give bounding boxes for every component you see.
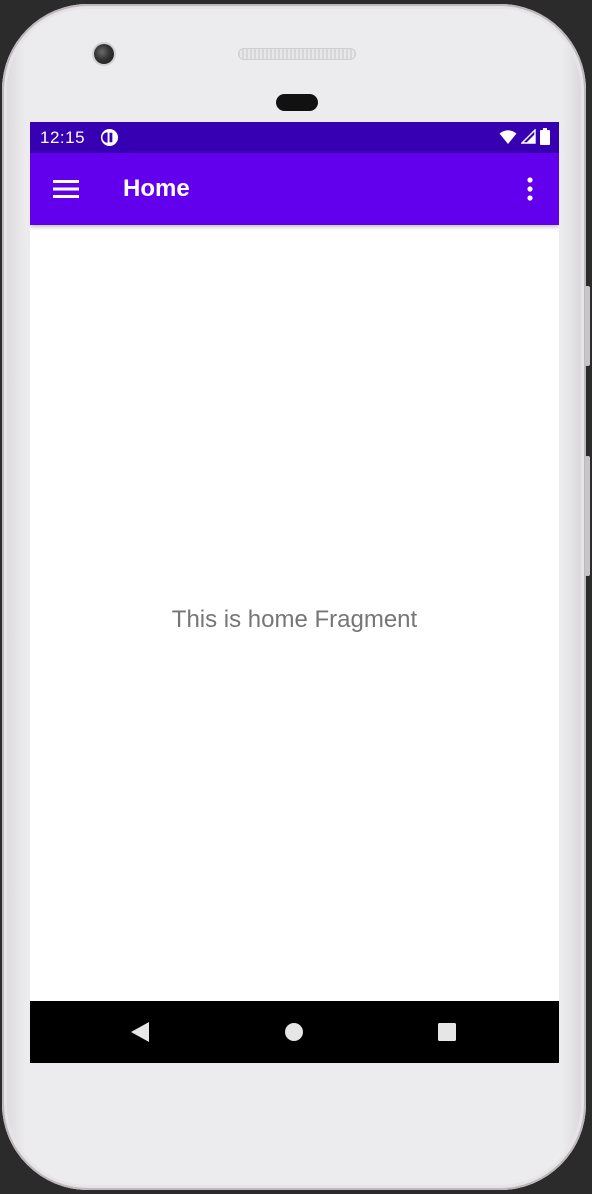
status-icons	[499, 128, 550, 145]
wifi-icon	[499, 129, 517, 144]
proximity-sensor	[276, 94, 318, 111]
home-button[interactable]	[279, 1017, 309, 1047]
device-screen: 12:15 Home This is home Fragment	[30, 122, 559, 1063]
recents-square-icon	[438, 1023, 456, 1041]
volume-button	[585, 286, 590, 366]
back-button[interactable]	[125, 1017, 155, 1047]
back-triangle-icon	[131, 1022, 149, 1042]
toolbar-title: Home	[123, 175, 190, 202]
app-toolbar: Home	[30, 153, 559, 225]
home-circle-icon	[285, 1023, 303, 1041]
front-camera	[94, 44, 114, 64]
home-fragment-message: This is home Fragment	[171, 606, 418, 633]
cell-signal-icon	[521, 129, 536, 144]
hamburger-menu-icon	[53, 180, 79, 198]
recents-button[interactable]	[432, 1017, 462, 1047]
overflow-menu-button[interactable]	[515, 171, 545, 207]
system-navigation-bar	[30, 1001, 559, 1063]
status-time: 12:15	[40, 128, 86, 147]
earpiece-speaker	[238, 48, 356, 60]
fragment-content: This is home Fragment	[30, 225, 559, 1001]
more-vert-icon	[527, 177, 533, 201]
app-notification-icon	[100, 128, 119, 147]
battery-icon	[540, 128, 550, 145]
status-bar: 12:15	[30, 122, 559, 153]
navigation-drawer-button[interactable]	[44, 171, 88, 207]
power-button	[585, 456, 590, 576]
emulator-stage: 12:15 Home This is home Fragment	[0, 0, 592, 1194]
